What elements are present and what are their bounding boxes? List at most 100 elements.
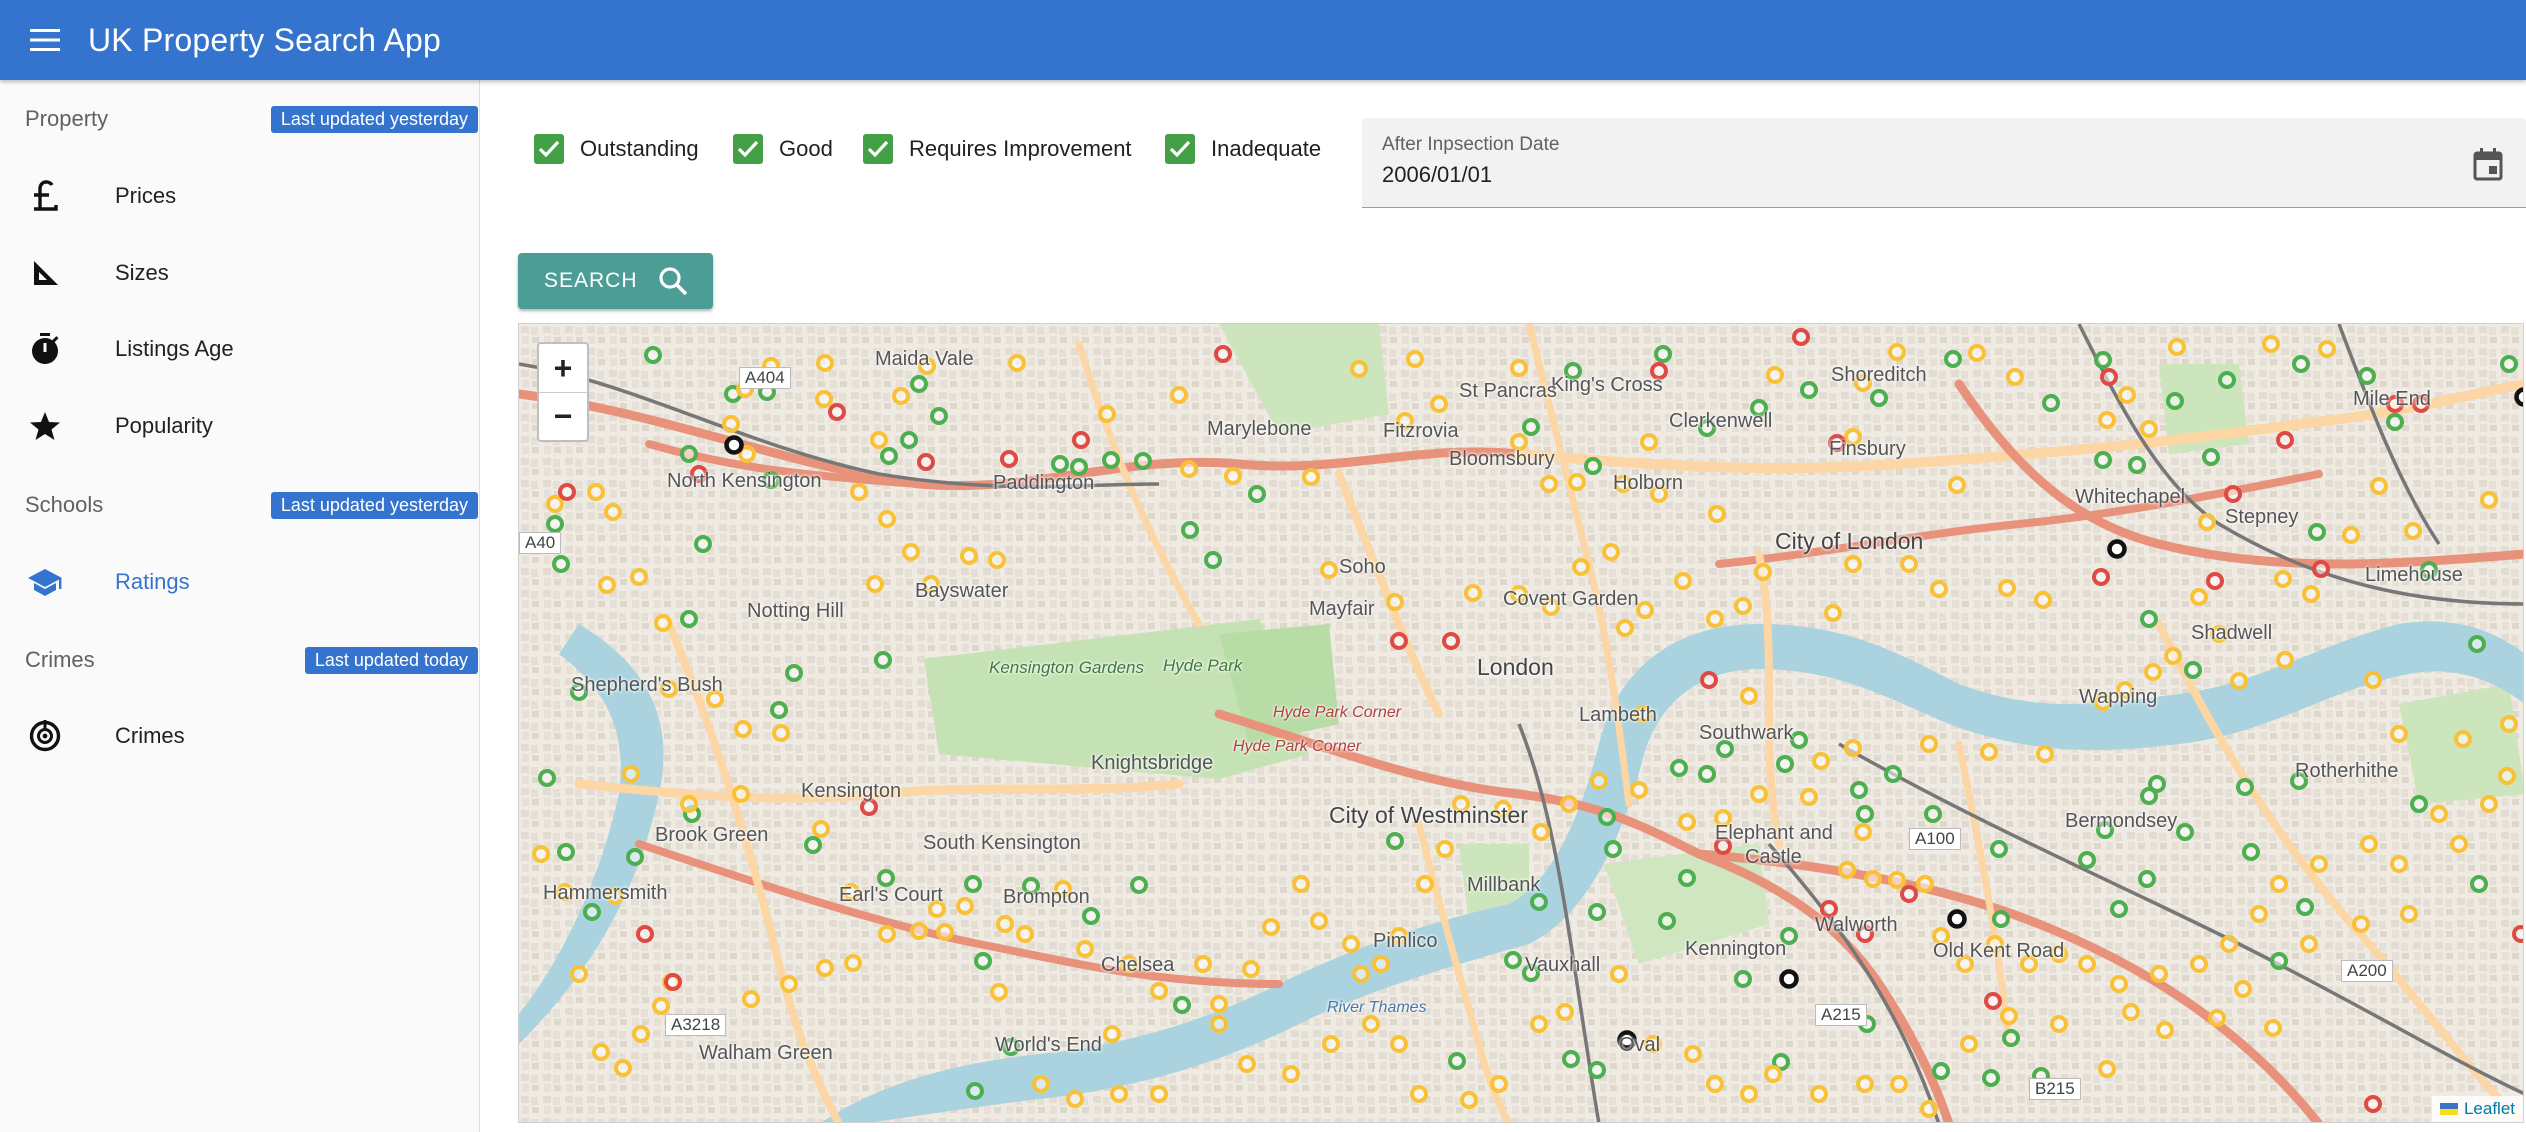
school-marker-outstanding[interactable]	[930, 407, 948, 425]
school-marker-good[interactable]	[2498, 767, 2516, 785]
school-marker-good[interactable]	[1110, 1085, 1128, 1103]
school-marker-good[interactable]	[1684, 1045, 1702, 1063]
school-marker-good[interactable]	[1616, 619, 1634, 637]
school-marker-outstanding[interactable]	[538, 769, 556, 787]
school-marker-outstanding[interactable]	[2468, 635, 2486, 653]
school-marker-good[interactable]	[2118, 386, 2136, 404]
school-marker-outstanding[interactable]	[694, 535, 712, 553]
school-marker-outstanding[interactable]	[557, 843, 575, 861]
school-marker-good[interactable]	[1180, 460, 1198, 478]
school-marker-good[interactable]	[732, 785, 750, 803]
school-marker-good[interactable]	[1540, 475, 1558, 493]
school-marker-good[interactable]	[1766, 366, 1784, 384]
school-marker-outstanding[interactable]	[1598, 808, 1616, 826]
inspection-date-input[interactable]	[1382, 162, 2282, 188]
school-marker-good[interactable]	[680, 795, 698, 813]
school-marker-good[interactable]	[1602, 543, 1620, 561]
school-marker-good[interactable]	[2230, 672, 2248, 690]
school-marker-good[interactable]	[1390, 1035, 1408, 1053]
school-marker-good[interactable]	[1674, 572, 1692, 590]
school-marker-good[interactable]	[1888, 343, 1906, 361]
school-marker-outstanding[interactable]	[1448, 1052, 1466, 1070]
school-marker-good[interactable]	[2168, 338, 2186, 356]
school-marker-outstanding[interactable]	[770, 701, 788, 719]
school-marker-good[interactable]	[1076, 940, 1094, 958]
school-marker-outstanding[interactable]	[1588, 1061, 1606, 1079]
school-marker-outstanding[interactable]	[583, 903, 601, 921]
school-marker-good[interactable]	[1572, 558, 1590, 576]
school-marker-outstanding[interactable]	[1130, 876, 1148, 894]
school-marker-good[interactable]	[652, 997, 670, 1015]
school-marker-good[interactable]	[2234, 980, 2252, 998]
school-marker-good[interactable]	[1706, 1075, 1724, 1093]
attribution-link[interactable]: Leaflet	[2464, 1099, 2515, 1119]
school-marker-outstanding[interactable]	[552, 555, 570, 573]
school-marker-outstanding[interactable]	[1670, 759, 1688, 777]
school-marker-good[interactable]	[2360, 835, 2378, 853]
school-marker-good[interactable]	[990, 983, 1008, 1001]
school-marker-outstanding[interactable]	[1800, 381, 1818, 399]
school-marker-good[interactable]	[2342, 526, 2360, 544]
school-marker-good[interactable]	[2364, 671, 2382, 689]
school-marker-good[interactable]	[1406, 350, 1424, 368]
school-marker-good[interactable]	[2198, 513, 2216, 531]
school-marker-good[interactable]	[1854, 823, 1872, 841]
school-marker-good[interactable]	[1838, 861, 1856, 879]
school-marker-outstanding[interactable]	[1134, 452, 1152, 470]
school-marker-good[interactable]	[2318, 340, 2336, 358]
school-marker-outstanding[interactable]	[2166, 392, 2184, 410]
school-marker-good[interactable]	[892, 387, 910, 405]
school-marker-good[interactable]	[2250, 905, 2268, 923]
school-marker-good[interactable]	[587, 483, 605, 501]
school-marker-good[interactable]	[1510, 359, 1528, 377]
school-marker-good[interactable]	[1916, 875, 1934, 893]
school-marker-outstanding[interactable]	[874, 651, 892, 669]
school-marker-outstanding[interactable]	[2110, 900, 2128, 918]
school-marker-good[interactable]	[1960, 1035, 1978, 1053]
school-marker-good[interactable]	[1824, 604, 1842, 622]
school-marker-good[interactable]	[2500, 715, 2518, 733]
school-marker-good[interactable]	[1750, 785, 1768, 803]
school-marker-requires-improvement[interactable]	[2512, 925, 2524, 943]
school-marker-good[interactable]	[1320, 561, 1338, 579]
school-marker-good[interactable]	[1322, 1035, 1340, 1053]
school-marker-outstanding[interactable]	[644, 346, 662, 364]
school-marker-outstanding[interactable]	[680, 445, 698, 463]
school-marker-good[interactable]	[2276, 651, 2294, 669]
school-marker-good[interactable]	[1980, 743, 1998, 761]
school-marker-requires-improvement[interactable]	[1442, 632, 1460, 650]
school-marker-good[interactable]	[1008, 354, 1026, 372]
school-marker-outstanding[interactable]	[2094, 451, 2112, 469]
school-marker-good[interactable]	[1920, 735, 1938, 753]
zoom-in-button[interactable]: +	[539, 344, 587, 392]
zoom-out-button[interactable]: −	[539, 392, 587, 440]
school-marker-outstanding[interactable]	[1870, 389, 1888, 407]
school-marker-good[interactable]	[2404, 522, 2422, 540]
school-marker-good[interactable]	[2140, 420, 2158, 438]
school-marker-good[interactable]	[1464, 584, 1482, 602]
school-marker-good[interactable]	[1764, 1065, 1782, 1083]
school-marker-requires-improvement[interactable]	[1214, 345, 1232, 363]
school-marker-outstanding[interactable]	[1884, 765, 1902, 783]
sidebar-item-listings-age[interactable]: Listings Age	[0, 314, 478, 384]
school-marker-outstanding[interactable]	[974, 952, 992, 970]
school-marker-requires-improvement[interactable]	[917, 453, 935, 471]
school-marker-good[interactable]	[630, 568, 648, 586]
school-marker-good[interactable]	[1436, 840, 1454, 858]
sidebar-item-crimes[interactable]: Crimes	[0, 701, 478, 771]
school-marker-inadequate[interactable]	[1779, 969, 1799, 989]
school-marker-good[interactable]	[2164, 647, 2182, 665]
school-marker-good[interactable]	[2302, 585, 2320, 603]
school-marker-good[interactable]	[1890, 1075, 1908, 1093]
checkbox-outstanding[interactable]: Outstanding	[534, 134, 699, 164]
school-marker-good[interactable]	[2480, 795, 2498, 813]
school-marker-outstanding[interactable]	[1932, 1062, 1950, 1080]
school-marker-good[interactable]	[1362, 1015, 1380, 1033]
school-marker-good[interactable]	[1930, 580, 1948, 598]
school-marker-inadequate[interactable]	[2107, 539, 2127, 559]
school-marker-outstanding[interactable]	[877, 869, 895, 887]
school-marker-good[interactable]	[632, 1025, 650, 1043]
school-marker-good[interactable]	[1416, 875, 1434, 893]
school-marker-outstanding[interactable]	[1658, 912, 1676, 930]
school-marker-outstanding[interactable]	[1204, 551, 1222, 569]
